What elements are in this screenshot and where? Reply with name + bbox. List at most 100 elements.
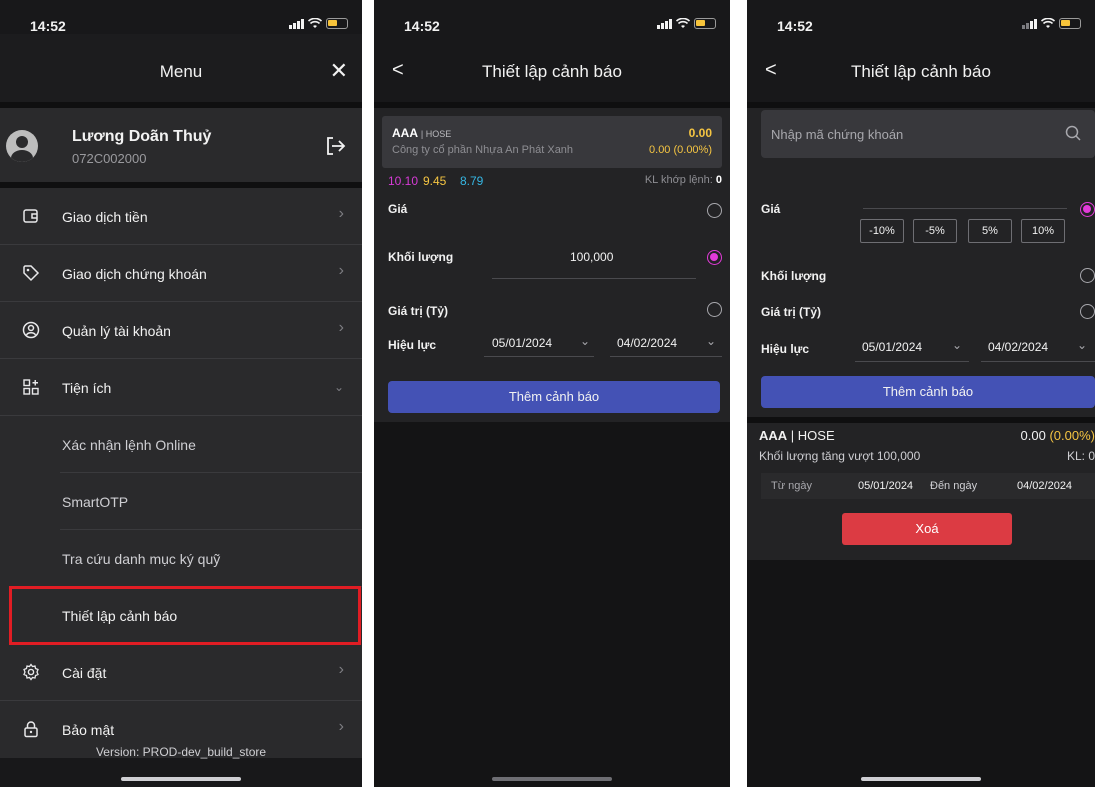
menu-item-giao-dich-tien[interactable]: Giao dịch tiền › xyxy=(0,188,362,245)
logout-icon[interactable] xyxy=(324,135,346,157)
battery-icon xyxy=(694,18,716,29)
submenu-item-label: SmartOTP xyxy=(62,494,129,510)
home-indicator xyxy=(861,777,981,781)
avatar xyxy=(6,130,38,162)
volume-radio[interactable] xyxy=(1080,268,1095,283)
user-profile[interactable]: Lương Doãn Thuỷ 072C002000 xyxy=(0,108,362,182)
alert-symbol: AAA xyxy=(759,428,788,443)
menu-item-label: Bảo mật xyxy=(62,722,115,738)
user-name: Lương Doãn Thuỷ xyxy=(72,128,212,145)
wallet-icon xyxy=(23,209,38,223)
volume-radio[interactable] xyxy=(707,250,722,265)
page-title: Thiết lập cảnh báo xyxy=(482,62,622,81)
wifi-icon xyxy=(1041,18,1055,28)
alert-condition: Khối lượng tăng vượt 100,000 xyxy=(759,449,921,463)
menu-item-tien-ich[interactable]: Tiện ích ⌄ xyxy=(0,359,362,416)
price-label: Giá xyxy=(761,202,781,216)
floor-price: 8.79 xyxy=(460,174,484,188)
validity-label: Hiệu lực xyxy=(761,342,810,356)
status-time: 14:52 xyxy=(777,18,813,34)
stock-symbol: AAA xyxy=(392,126,418,140)
validity-row: Hiệu lực 05/01/2024 ⌄ 04/02/2024 ⌄ xyxy=(374,326,730,362)
pct-button-10[interactable]: 10% xyxy=(1021,219,1065,243)
status-bar: 14:52 xyxy=(747,0,1095,34)
wifi-icon xyxy=(676,18,690,28)
user-circle-icon xyxy=(22,321,40,339)
value-row: Giá trị (Tỷ) xyxy=(374,278,730,326)
lock-icon xyxy=(24,721,38,738)
delete-alert-button[interactable]: Xoá xyxy=(842,513,1012,545)
submenu-item-thiet-lap-canh-bao[interactable]: Thiết lập cảnh báo xyxy=(9,586,361,645)
signal-icon xyxy=(289,18,304,29)
status-bar: 14:52 xyxy=(0,0,362,34)
menu-item-label: Giao dịch tiền xyxy=(62,209,148,225)
stock-change: 0.00 (0.00%) xyxy=(649,144,712,156)
price-levels: 10.10 9.45 8.79 KL khớp lệnh: 0 xyxy=(374,168,730,190)
price-label: Giá xyxy=(388,202,408,216)
chevron-down-icon: ⌄ xyxy=(1077,338,1088,352)
page-title: Menu xyxy=(159,62,203,81)
from-label: Từ ngày xyxy=(771,480,812,492)
alert-exchange: | HOSE xyxy=(790,428,835,443)
menu-item-giao-dich-chung-khoan[interactable]: Giao dịch chứng khoán › xyxy=(0,245,362,302)
stock-exchange: | HOSE xyxy=(420,129,452,139)
alert-list-screen: 14:52 < Thiết lập cảnh báo Nhập mã chứng… xyxy=(747,0,1095,787)
chevron-down-icon: ⌄ xyxy=(952,338,963,352)
app-version: Version: PROD-dev_build_store xyxy=(95,745,267,759)
submenu-item-label: Xác nhận lệnh Online xyxy=(62,437,196,453)
volume-input[interactable]: 100,000 xyxy=(570,250,613,264)
menu-list: Giao dịch tiền › Giao dịch chứng khoán ›… xyxy=(0,188,362,758)
chevron-right-icon: › xyxy=(338,319,344,336)
alert-change: (0.00%) xyxy=(1049,428,1095,443)
date-to-select[interactable]: 04/02/2024 xyxy=(617,336,677,350)
submenu-item-tra-cuu-ky-quy[interactable]: Tra cứu danh mục ký quỹ xyxy=(60,530,362,587)
pct-button-minus-5[interactable]: -5% xyxy=(913,219,957,243)
close-icon[interactable]: ✕ xyxy=(330,58,348,84)
user-id: 072C002000 xyxy=(72,151,147,166)
submenu-item-label: Thiết lập cảnh báo xyxy=(62,608,178,624)
price-row: Giá xyxy=(374,190,730,230)
from-date: 05/01/2024 xyxy=(858,480,914,492)
alert-header: < Thiết lập cảnh báo xyxy=(374,34,730,102)
chevron-down-icon: ⌄ xyxy=(580,334,591,348)
tag-icon xyxy=(23,265,40,282)
alert-date-range: Từ ngày 05/01/2024 Đến ngày 04/02/2024 xyxy=(761,473,1095,499)
pct-button-5[interactable]: 5% xyxy=(968,219,1012,243)
add-alert-button[interactable]: Thêm cảnh báo xyxy=(388,381,720,413)
menu-item-label: Cài đặt xyxy=(62,665,107,681)
value-label: Giá trị (Tỷ) xyxy=(388,304,449,318)
menu-item-quan-ly-tai-khoan[interactable]: Quản lý tài khoản › xyxy=(0,302,362,359)
add-alert-button[interactable]: Thêm cảnh báo xyxy=(761,376,1095,408)
submenu-item-xac-nhan-lenh[interactable]: Xác nhận lệnh Online xyxy=(60,416,362,473)
date-from-select[interactable]: 05/01/2024 xyxy=(862,340,922,354)
submenu-item-smartotp[interactable]: SmartOTP xyxy=(60,473,362,530)
battery-icon xyxy=(1059,18,1081,29)
menu-screen: 14:52 Menu ✕ Lương Doãn Thuỷ 072C002000 … xyxy=(0,0,362,787)
home-indicator xyxy=(492,777,612,781)
reference-price: 9.45 xyxy=(423,174,447,188)
date-to-select[interactable]: 04/02/2024 xyxy=(988,340,1048,354)
stock-price: 0.00 xyxy=(688,126,712,140)
submenu-item-label: Tra cứu danh mục ký quỹ xyxy=(62,551,221,567)
alert-price: 0.00 xyxy=(1020,428,1046,443)
search-icon[interactable] xyxy=(1065,125,1081,141)
chevron-right-icon: › xyxy=(338,205,344,222)
menu-header: Menu ✕ xyxy=(0,34,362,102)
menu-item-label: Giao dịch chứng khoán xyxy=(62,266,207,282)
pct-button-minus-10[interactable]: -10% xyxy=(860,219,904,243)
price-radio[interactable] xyxy=(1080,202,1095,217)
ceiling-price: 10.10 xyxy=(388,174,419,188)
date-from-select[interactable]: 05/01/2024 xyxy=(492,336,552,350)
page-title: Thiết lập cảnh báo xyxy=(851,62,991,81)
chevron-down-icon: ⌄ xyxy=(333,380,344,394)
menu-item-cai-dat[interactable]: Cài đặt › xyxy=(0,644,362,701)
alert-setup-screen: 14:52 < Thiết lập cảnh báo AAA | HOSE Cô… xyxy=(374,0,730,787)
menu-item-label: Quản lý tài khoản xyxy=(62,323,171,339)
to-date: 04/02/2024 xyxy=(1017,480,1073,492)
value-radio[interactable] xyxy=(1080,304,1095,319)
value-radio[interactable] xyxy=(707,302,722,317)
chevron-right-icon: › xyxy=(338,718,344,735)
signal-icon xyxy=(657,18,672,29)
stock-search-field[interactable]: Nhập mã chứng khoán xyxy=(761,110,1095,158)
price-radio[interactable] xyxy=(707,203,722,218)
